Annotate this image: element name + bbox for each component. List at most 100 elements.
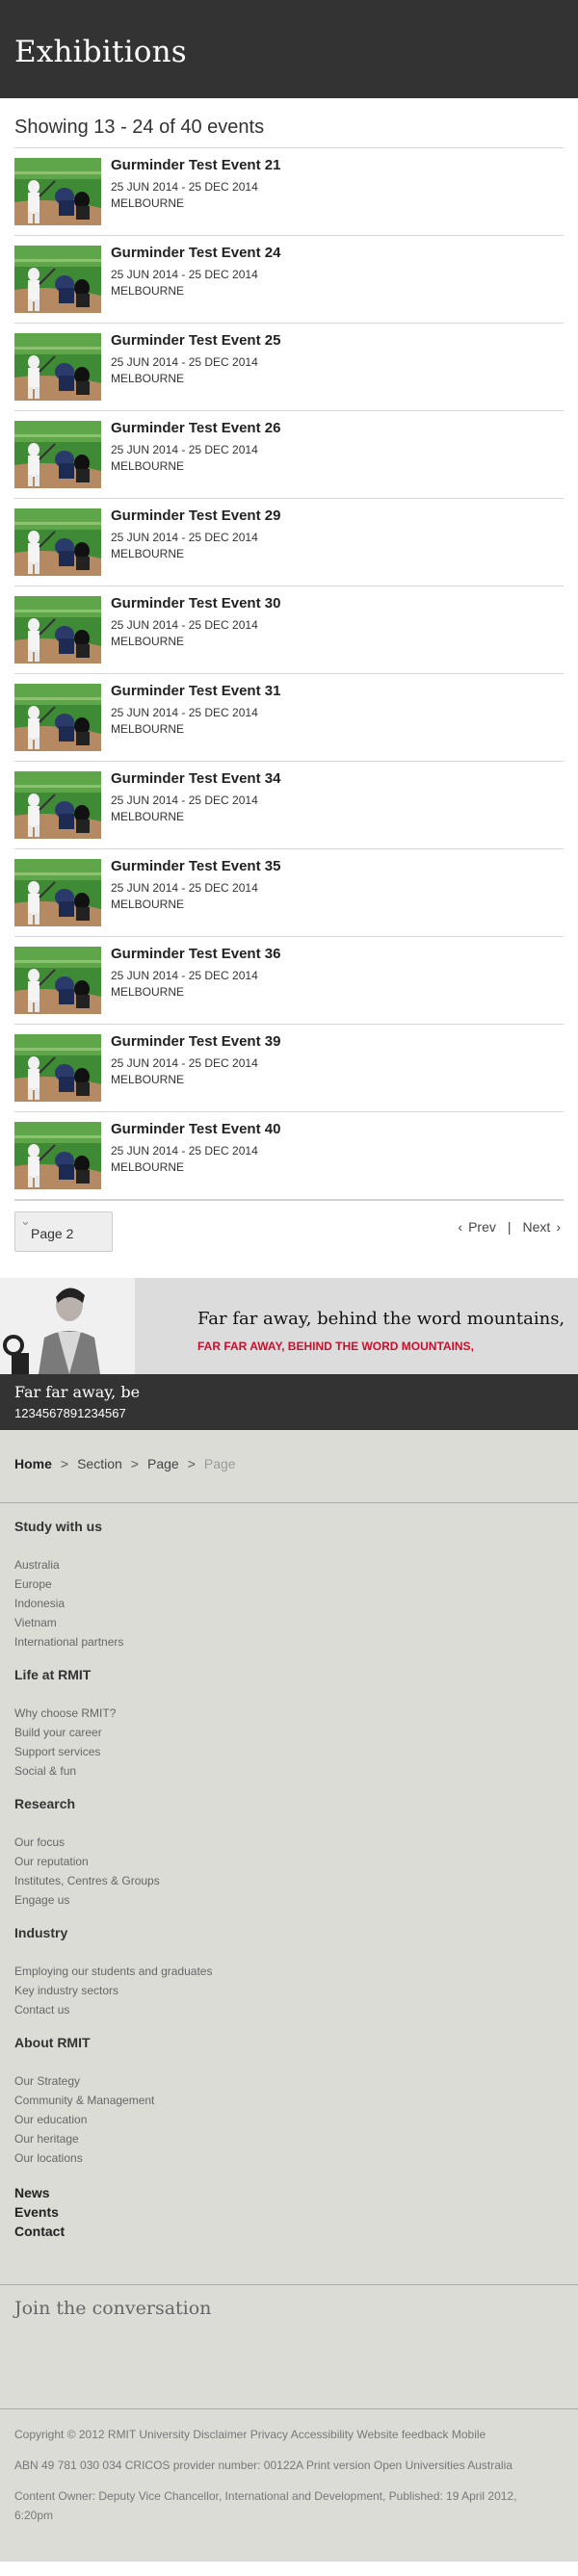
footer-nav-link[interactable]: Institutes, Centres & Groups xyxy=(14,1871,564,1890)
event-thumbnail[interactable] xyxy=(14,246,101,313)
event-location: MELBOURNE xyxy=(111,810,185,823)
event-item[interactable]: Gurminder Test Event 21 25 JUN 2014 - 25 … xyxy=(14,148,564,236)
footer-nav-link[interactable]: Vietnam xyxy=(14,1613,564,1632)
footer-nav-link[interactable]: Europe xyxy=(14,1574,564,1594)
footer-nav-link[interactable]: Contact us xyxy=(14,2000,564,2019)
next-link[interactable]: Next xyxy=(523,1219,551,1235)
copyright-line[interactable]: Copyright © 2012 RMIT University Disclai… xyxy=(14,2425,535,2444)
event-thumbnail[interactable] xyxy=(14,158,101,225)
footer-nav-heading: About RMIT xyxy=(14,2035,91,2050)
footer-nav: Study with us Australia Europe Indonesia Vie… xyxy=(14,1519,564,2241)
event-item[interactable]: Gurminder Test Event 29 25 JUN 2014 - 25 … xyxy=(14,499,564,586)
event-thumbnail[interactable] xyxy=(14,333,101,401)
footer-nav-link[interactable]: Community & Management xyxy=(14,2091,564,2110)
event-location: MELBOURNE xyxy=(111,985,185,999)
event-title[interactable]: Gurminder Test Event 36 xyxy=(111,947,280,962)
prev-icon[interactable]: ‹ xyxy=(458,1219,462,1235)
event-date: 25 JUN 2014 - 25 DEC 2014 xyxy=(111,794,258,807)
event-thumbnail[interactable] xyxy=(14,596,101,664)
event-title[interactable]: Gurminder Test Event 26 xyxy=(111,421,280,436)
legal-info: Copyright © 2012 RMIT University Disclai… xyxy=(14,2425,535,2537)
event-date: 25 JUN 2014 - 25 DEC 2014 xyxy=(111,618,258,632)
footer-nav-link[interactable]: International partners xyxy=(14,1632,564,1652)
breadcrumb-home[interactable]: Home xyxy=(14,1456,52,1471)
secondary-banner[interactable]: Far far away, be 1234567891234567 xyxy=(0,1374,578,1430)
event-location: MELBOURNE xyxy=(111,898,185,911)
event-date: 25 JUN 2014 - 25 DEC 2014 xyxy=(111,268,258,281)
footer-nav-group: Research Our focus Our reputation Institute… xyxy=(14,1796,564,1910)
join-conversation-heading: Join the conversation xyxy=(14,2298,212,2319)
event-thumbnail[interactable] xyxy=(14,1034,101,1102)
event-date: 25 JUN 2014 - 25 DEC 2014 xyxy=(111,706,258,719)
event-item[interactable]: Gurminder Test Event 24 25 JUN 2014 - 25 … xyxy=(14,236,564,324)
event-item[interactable]: Gurminder Test Event 26 25 JUN 2014 - 25 … xyxy=(14,411,564,499)
footer-main-link[interactable]: Contact xyxy=(14,2222,564,2241)
footer-nav-link[interactable]: Our focus xyxy=(14,1833,564,1852)
event-location: MELBOURNE xyxy=(111,722,185,736)
event-item[interactable]: Gurminder Test Event 39 25 JUN 2014 - 25 … xyxy=(14,1025,564,1112)
event-date: 25 JUN 2014 - 25 DEC 2014 xyxy=(111,1144,258,1158)
event-title[interactable]: Gurminder Test Event 40 xyxy=(111,1122,280,1137)
event-title[interactable]: Gurminder Test Event 39 xyxy=(111,1034,280,1050)
footer-nav-link[interactable]: Our locations xyxy=(14,2148,564,2168)
prev-link[interactable]: Prev xyxy=(468,1219,496,1235)
footer-nav-link[interactable]: Build your career xyxy=(14,1723,564,1742)
event-title[interactable]: Gurminder Test Event 24 xyxy=(111,246,280,261)
footer-nav-link[interactable]: Support services xyxy=(14,1742,564,1761)
promo-subtitle: FAR FAR AWAY, BEHIND THE WORD MOUNTAINS, xyxy=(197,1340,474,1353)
event-date: 25 JUN 2014 - 25 DEC 2014 xyxy=(111,443,258,456)
footer-nav-link[interactable]: Employing our students and graduates xyxy=(14,1962,564,1981)
event-item[interactable]: Gurminder Test Event 35 25 JUN 2014 - 25 … xyxy=(14,849,564,937)
event-thumbnail[interactable] xyxy=(14,771,101,839)
event-title[interactable]: Gurminder Test Event 29 xyxy=(111,508,280,524)
next-icon[interactable]: › xyxy=(556,1219,561,1235)
footer-nav-link[interactable]: Engage us xyxy=(14,1890,564,1910)
footer-nav-link[interactable]: Indonesia xyxy=(14,1594,564,1613)
event-title[interactable]: Gurminder Test Event 30 xyxy=(111,596,280,611)
footer-main-link[interactable]: News xyxy=(14,2183,564,2202)
prev-next-nav: ‹ Prev | Next › xyxy=(455,1219,564,1235)
event-thumbnail[interactable] xyxy=(14,859,101,926)
event-thumbnail[interactable] xyxy=(14,684,101,751)
page-header: Exhibitions xyxy=(0,0,578,98)
footer-nav-link[interactable]: Key industry sectors xyxy=(14,1981,564,2000)
breadcrumb-current: Page xyxy=(203,1456,236,1471)
event-title[interactable]: Gurminder Test Event 21 xyxy=(111,158,280,173)
footer-nav-link[interactable]: Our heritage xyxy=(14,2129,564,2148)
event-item[interactable]: Gurminder Test Event 40 25 JUN 2014 - 25 … xyxy=(14,1112,564,1200)
footer-nav-link[interactable]: Social & fun xyxy=(14,1761,564,1781)
promo-banner[interactable]: Far far away, behind the word mountains,… xyxy=(0,1278,578,1374)
event-item[interactable]: Gurminder Test Event 36 25 JUN 2014 - 25 … xyxy=(14,937,564,1025)
event-thumbnail[interactable] xyxy=(14,508,101,576)
event-item[interactable]: Gurminder Test Event 31 25 JUN 2014 - 25 … xyxy=(14,674,564,762)
event-location: MELBOURNE xyxy=(111,635,185,648)
results-summary: Showing 13 - 24 of 40 events xyxy=(14,98,564,148)
event-thumbnail[interactable] xyxy=(14,947,101,1014)
event-title[interactable]: Gurminder Test Event 25 xyxy=(111,333,280,349)
abn-line[interactable]: ABN 49 781 030 034 CRICOS provider numbe… xyxy=(14,2456,535,2475)
footer-main-link[interactable]: Events xyxy=(14,2202,564,2222)
footer-nav-link[interactable]: Our reputation xyxy=(14,1852,564,1871)
footer-nav-link[interactable]: Australia xyxy=(14,1555,564,1574)
event-title[interactable]: Gurminder Test Event 35 xyxy=(111,859,280,874)
footer-nav-group: About RMIT Our Strategy Community & Manage… xyxy=(14,2035,564,2168)
event-thumbnail[interactable] xyxy=(14,421,101,488)
event-location: MELBOURNE xyxy=(111,372,185,385)
event-date: 25 JUN 2014 - 25 DEC 2014 xyxy=(111,355,258,369)
footer-nav-link[interactable]: Our Strategy xyxy=(14,2071,564,2091)
event-thumbnail[interactable] xyxy=(14,1122,101,1189)
event-title[interactable]: Gurminder Test Event 31 xyxy=(111,684,280,699)
breadcrumb-section[interactable]: Section xyxy=(77,1456,122,1471)
page-select[interactable]: ⌄ Page 2 xyxy=(14,1211,113,1252)
footer-divider xyxy=(0,1502,578,1503)
event-location: MELBOURNE xyxy=(111,284,185,298)
pagination: ⌄ Page 2 ‹ Prev | Next › xyxy=(14,1200,564,1278)
event-item[interactable]: Gurminder Test Event 25 25 JUN 2014 - 25 … xyxy=(14,324,564,411)
breadcrumb-page[interactable]: Page xyxy=(147,1456,179,1471)
footer-nav-link[interactable]: Why choose RMIT? xyxy=(14,1704,564,1723)
event-title[interactable]: Gurminder Test Event 34 xyxy=(111,771,280,787)
footer-nav-link[interactable]: Our education xyxy=(14,2110,564,2129)
event-item[interactable]: Gurminder Test Event 34 25 JUN 2014 - 25 … xyxy=(14,762,564,849)
page-title: Exhibitions xyxy=(14,35,187,69)
event-item[interactable]: Gurminder Test Event 30 25 JUN 2014 - 25 … xyxy=(14,586,564,674)
